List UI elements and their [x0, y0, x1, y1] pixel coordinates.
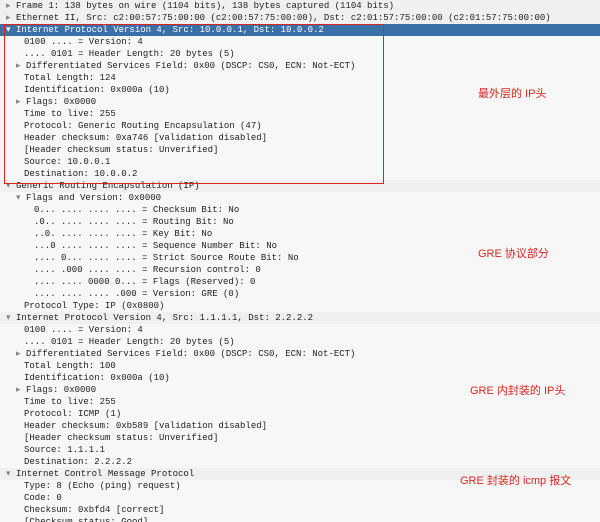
ip2-checksum[interactable]: Header checksum: 0xb589 [validation disa…: [0, 420, 600, 432]
ip2-dscp-text: Differentiated Services Field: 0x00 (DSC…: [26, 348, 355, 360]
ip1-header-text: Internet Protocol Version 4, Src: 10.0.0…: [16, 24, 324, 36]
gre-ver-text: .... .... .... .000 = Version: GRE (0): [34, 288, 239, 300]
ip1-version[interactable]: 0100 .... = Version: 4: [0, 36, 600, 48]
frame-summary[interactable]: ▸Frame 1: 138 bytes on wire (1104 bits),…: [0, 0, 600, 12]
ip1-dscp[interactable]: ▸Differentiated Services Field: 0x00 (DS…: [0, 60, 600, 72]
chevron-down-icon: ▾: [6, 180, 15, 192]
annotation-icmp: GRE 封装的 icmp 报文: [460, 475, 571, 487]
ip2-version-text: 0100 .... = Version: 4: [24, 324, 143, 336]
gre-version[interactable]: .... .... .... .000 = Version: GRE (0): [0, 288, 600, 300]
annotation-inner-ip: GRE 内封装的 IP头: [470, 385, 565, 397]
chevron-right-icon: ▸: [16, 60, 25, 72]
ip2-header[interactable]: ▾Internet Protocol Version 4, Src: 1.1.1…: [0, 312, 600, 324]
ip2-destination[interactable]: Destination: 2.2.2.2: [0, 456, 600, 468]
gre-protocol-type[interactable]: Protocol Type: IP (0x0800): [0, 300, 600, 312]
annotation-gre: GRE 协议部分: [478, 248, 549, 260]
annotation-outer-ip: 最外层的 IP头: [478, 88, 546, 100]
chevron-down-icon: ▾: [16, 192, 25, 204]
chevron-down-icon: ▾: [6, 24, 15, 36]
ip2-checksum-status[interactable]: [Header checksum status: Unverified]: [0, 432, 600, 444]
ethernet-text: Ethernet II, Src: c2:00:57:75:00:00 (c2:…: [16, 12, 551, 24]
gre-r-text: .0.. .... .... .... = Routing Bit: No: [34, 216, 234, 228]
gre-c-text: 0... .... .... .... = Checksum Bit: No: [34, 204, 239, 216]
ip2-ttl[interactable]: Time to live: 255: [0, 396, 600, 408]
chevron-right-icon: ▸: [6, 0, 15, 12]
chevron-right-icon: ▸: [6, 12, 15, 24]
ip2-flags-text: Flags: 0x0000: [26, 384, 96, 396]
icmp-checksum-status[interactable]: [Checksum status: Good]: [0, 516, 600, 522]
ethernet-summary[interactable]: ▸Ethernet II, Src: c2:00:57:75:00:00 (c2…: [0, 12, 600, 24]
ip1-destination[interactable]: Destination: 10.0.0.2: [0, 168, 600, 180]
icmp-cksum-text: Checksum: 0xbfd4 [correct]: [24, 504, 164, 516]
ip1-checksum[interactable]: Header checksum: 0xa746 [validation disa…: [0, 132, 600, 144]
chevron-down-icon: ▾: [6, 312, 15, 324]
icmp-checksum[interactable]: Checksum: 0xbfd4 [correct]: [0, 504, 600, 516]
gre-checksum-bit[interactable]: 0... .... .... .... = Checksum Bit: No: [0, 204, 600, 216]
ip2-total-length[interactable]: Total Length: 100: [0, 360, 600, 372]
ip2-protocol[interactable]: Protocol: ICMP (1): [0, 408, 600, 420]
ip2-cksum-text: Header checksum: 0xb589 [validation disa…: [24, 420, 267, 432]
gre-sr-text: .... 0... .... .... = Strict Source Rout…: [34, 252, 299, 264]
gre-rc-text: .... .000 .... .... = Recursion control:…: [34, 264, 261, 276]
ip1-header[interactable]: ▾Internet Protocol Version 4, Src: 10.0.…: [0, 24, 600, 36]
gre-key-bit[interactable]: ..0. .... .... .... = Key Bit: No: [0, 228, 600, 240]
icmp-type-text: Type: 8 (Echo (ping) request): [24, 480, 181, 492]
ip2-id-text: Identification: 0x000a (10): [24, 372, 170, 384]
ip2-cks2-text: [Header checksum status: Unverified]: [24, 432, 218, 444]
ip1-hlen[interactable]: .... 0101 = Header Length: 20 bytes (5): [0, 48, 600, 60]
gre-fv-text: Flags and Version: 0x0000: [26, 192, 161, 204]
ip2-ttl-text: Time to live: 255: [24, 396, 116, 408]
chevron-right-icon: ▸: [16, 96, 25, 108]
chevron-down-icon: ▾: [6, 468, 15, 480]
icmp-cks2-text: [Checksum status: Good]: [24, 516, 148, 522]
ip2-tlen-text: Total Length: 100: [24, 360, 116, 372]
ip1-cksum-text: Header checksum: 0xa746 [validation disa…: [24, 132, 267, 144]
ip1-version-text: 0100 .... = Version: 4: [24, 36, 143, 48]
ip2-dst-text: Destination: 2.2.2.2: [24, 456, 132, 468]
ip2-source[interactable]: Source: 1.1.1.1: [0, 444, 600, 456]
ip2-proto-text: Protocol: ICMP (1): [24, 408, 121, 420]
gre-k-text: ..0. .... .... .... = Key Bit: No: [34, 228, 212, 240]
icmp-code[interactable]: Code: 0: [0, 492, 600, 504]
ip1-hlen-text: .... 0101 = Header Length: 20 bytes (5): [24, 48, 235, 60]
ip1-source[interactable]: Source: 10.0.0.1: [0, 156, 600, 168]
ip2-src-text: Source: 1.1.1.1: [24, 444, 105, 456]
ip2-hlen[interactable]: .... 0101 = Header Length: 20 bytes (5): [0, 336, 600, 348]
frame-text: Frame 1: 138 bytes on wire (1104 bits), …: [16, 0, 394, 12]
gre-flags-version[interactable]: ▾Flags and Version: 0x0000: [0, 192, 600, 204]
ip1-ttl[interactable]: Time to live: 255: [0, 108, 600, 120]
ip1-ttl-text: Time to live: 255: [24, 108, 116, 120]
ip1-cks2-text: [Header checksum status: Unverified]: [24, 144, 218, 156]
ip2-version[interactable]: 0100 .... = Version: 4: [0, 324, 600, 336]
gre-fl-text: .... .... 0000 0... = Flags (Reserved): …: [34, 276, 255, 288]
ip1-src-text: Source: 10.0.0.1: [24, 156, 110, 168]
ip2-id[interactable]: Identification: 0x000a (10): [0, 372, 600, 384]
gre-routing-bit[interactable]: .0.. .... .... .... = Routing Bit: No: [0, 216, 600, 228]
gre-recursion[interactable]: .... .000 .... .... = Recursion control:…: [0, 264, 600, 276]
ip2-hlen-text: .... 0101 = Header Length: 20 bytes (5): [24, 336, 235, 348]
ip1-id-text: Identification: 0x000a (10): [24, 84, 170, 96]
ip1-tlen-text: Total Length: 124: [24, 72, 116, 84]
gre-header-text: Generic Routing Encapsulation (IP): [16, 180, 200, 192]
gre-flags-reserved[interactable]: .... .... 0000 0... = Flags (Reserved): …: [0, 276, 600, 288]
gre-header[interactable]: ▾Generic Routing Encapsulation (IP): [0, 180, 600, 192]
ip2-header-text: Internet Protocol Version 4, Src: 1.1.1.…: [16, 312, 313, 324]
chevron-right-icon: ▸: [16, 348, 25, 360]
icmp-code-text: Code: 0: [24, 492, 62, 504]
chevron-right-icon: ▸: [16, 384, 25, 396]
ip1-dscp-text: Differentiated Services Field: 0x00 (DSC…: [26, 60, 355, 72]
ip1-protocol[interactable]: Protocol: Generic Routing Encapsulation …: [0, 120, 600, 132]
ip1-checksum-status[interactable]: [Header checksum status: Unverified]: [0, 144, 600, 156]
gre-pt-text: Protocol Type: IP (0x0800): [24, 300, 164, 312]
ip1-proto-text: Protocol: Generic Routing Encapsulation …: [24, 120, 262, 132]
ip1-total-length[interactable]: Total Length: 124: [0, 72, 600, 84]
ip1-dst-text: Destination: 10.0.0.2: [24, 168, 137, 180]
ip1-flags-text: Flags: 0x0000: [26, 96, 96, 108]
ip2-dscp[interactable]: ▸Differentiated Services Field: 0x00 (DS…: [0, 348, 600, 360]
icmp-header-text: Internet Control Message Protocol: [16, 468, 194, 480]
gre-s-text: ...0 .... .... .... = Sequence Number Bi…: [34, 240, 277, 252]
